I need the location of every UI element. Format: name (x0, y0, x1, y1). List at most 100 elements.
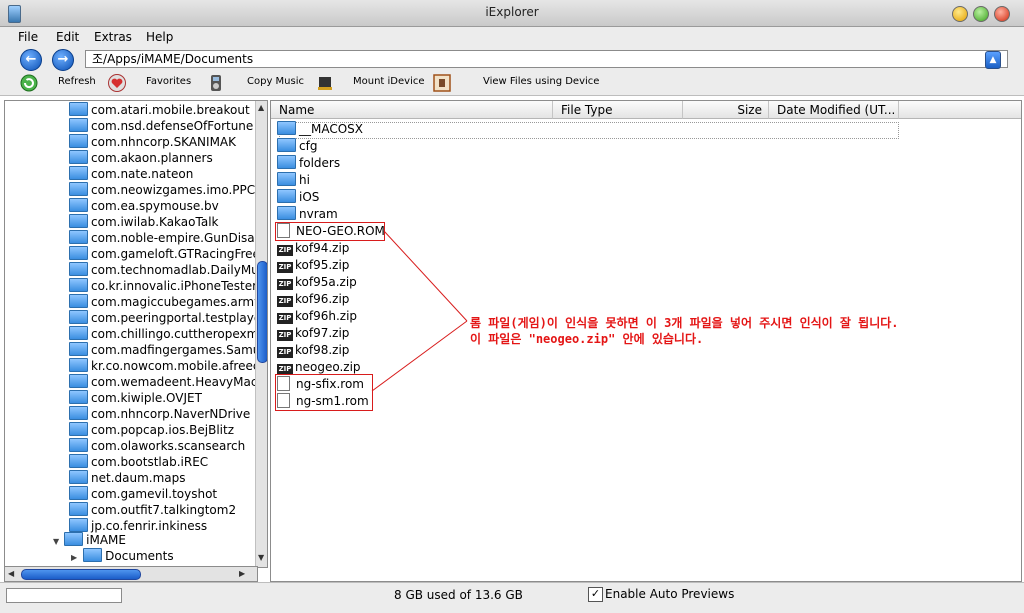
refresh-button[interactable]: Refresh (58, 76, 96, 87)
zip-file-icon: ZIP (277, 279, 293, 290)
tree-item[interactable]: net.daum.maps (69, 470, 186, 486)
tree-item[interactable]: com.wemadeent.HeavyMach (69, 374, 265, 390)
path-dropdown-button[interactable]: ▲ (985, 51, 1001, 69)
tree-item[interactable]: com.magiccubegames.army (69, 294, 261, 310)
file-row[interactable]: ZIP kof97.zip (277, 325, 349, 341)
tree-item-label: kr.co.nowcom.mobile.afreeca (91, 359, 267, 373)
auto-previews-checkbox[interactable]: ✓ (588, 587, 603, 602)
copy-music-button[interactable]: Copy Music (247, 76, 304, 87)
view-files-icon[interactable] (433, 74, 451, 92)
tree-item[interactable]: com.bootstlab.iREC (69, 454, 208, 470)
tree-item[interactable]: com.gamevil.toyshot (69, 486, 217, 502)
scrollbar-thumb[interactable] (21, 569, 141, 580)
close-button[interactable] (994, 6, 1010, 22)
file-row[interactable]: hi (277, 172, 310, 188)
folder-tree[interactable]: com.atari.mobile.breakout com.nsd.defense… (4, 100, 268, 568)
file-row[interactable]: ZIP neogeo.zip (277, 359, 361, 375)
collapse-triangle-icon[interactable]: ▶ (71, 553, 77, 562)
tree-item[interactable]: com.nsd.defenseOfFortune (69, 118, 253, 134)
menu-extras[interactable]: Extras (94, 30, 132, 44)
file-row[interactable]: ZIP kof98.zip (277, 342, 349, 358)
tree-item[interactable]: com.neowizgames.imo.PPCI (69, 182, 259, 198)
tree-item[interactable]: com.iwilab.KakaoTalk (69, 214, 218, 230)
tree-item[interactable]: com.ea.spymouse.bv (69, 198, 219, 214)
tree-item[interactable]: co.kr.innovalic.iPhoneTester (69, 278, 257, 294)
tree-item-imame[interactable]: ▼ iMAME (53, 532, 126, 548)
scrollbar-thumb[interactable] (257, 261, 267, 363)
auto-previews-label[interactable]: Enable Auto Previews (605, 587, 734, 601)
tree-item-label: Documents (105, 549, 174, 563)
tree-item[interactable]: com.akaon.planners (69, 150, 213, 166)
expand-triangle-icon[interactable]: ▼ (53, 537, 59, 546)
tree-item-label: com.nhncorp.NaverNDrive (91, 407, 251, 421)
scroll-down-icon[interactable]: ▼ (258, 553, 264, 562)
mount-idevice-button[interactable]: Mount iDevice (353, 76, 425, 87)
tree-item[interactable]: com.atari.mobile.breakout (69, 102, 250, 118)
tree-item-label: com.peeringportal.testplayer (91, 311, 267, 325)
folder-icon (69, 406, 88, 420)
back-arrow-icon[interactable]: ← (20, 49, 42, 71)
highlight-box-ng-roms (275, 374, 373, 411)
file-row[interactable]: folders (277, 155, 340, 171)
tree-item[interactable]: com.nate.nateon (69, 166, 193, 182)
maximize-button[interactable] (973, 6, 989, 22)
tree-item[interactable]: com.madfingergames.Samur (69, 342, 265, 358)
column-header-size[interactable]: Size (683, 101, 769, 119)
scroll-left-icon[interactable]: ◀ (8, 569, 14, 578)
minimize-button[interactable] (952, 6, 968, 22)
tree-item[interactable]: com.kiwiple.OVJET (69, 390, 202, 406)
file-row[interactable]: ZIP kof95.zip (277, 257, 349, 273)
tree-item-label: jp.co.fenrir.inkiness (91, 519, 208, 533)
folder-icon (69, 150, 88, 164)
copy-music-icon[interactable] (207, 74, 225, 92)
column-header-name[interactable]: Name (271, 101, 553, 119)
column-header-date-modified[interactable]: Date Modified (UT... (769, 101, 899, 119)
tree-item-documents[interactable]: ▶ Documents (71, 548, 174, 564)
tree-item[interactable]: com.technomadlab.DailyMus (69, 262, 265, 278)
file-row[interactable]: cfg (277, 138, 317, 154)
file-row[interactable]: ZIP kof96.zip (277, 291, 349, 307)
file-row[interactable]: nvram (277, 206, 338, 222)
folder-icon (69, 422, 88, 436)
tree-item[interactable]: com.outfit7.talkingtom2 (69, 502, 236, 518)
tree-horizontal-scrollbar[interactable]: ◀ ▶ (4, 566, 258, 582)
file-row[interactable]: iOS (277, 189, 319, 205)
file-row[interactable]: ZIP kof95a.zip (277, 274, 357, 290)
tree-item-label: com.akaon.planners (91, 151, 213, 165)
view-files-button[interactable]: View Files using Device (483, 76, 599, 87)
folder-icon (83, 548, 103, 562)
tree-item[interactable]: com.chillingo.cuttheropexma (69, 326, 266, 342)
folder-icon (69, 502, 88, 516)
tree-item-label: co.kr.innovalic.iPhoneTester (91, 279, 258, 293)
tree-item-label: com.iwilab.KakaoTalk (91, 215, 219, 229)
menu-help[interactable]: Help (146, 30, 173, 44)
column-header-file-type[interactable]: File Type (553, 101, 683, 119)
menu-edit[interactable]: Edit (56, 30, 79, 44)
refresh-icon[interactable] (20, 74, 38, 92)
favorites-button[interactable]: Favorites (146, 76, 191, 87)
tree-item[interactable]: com.nhncorp.NaverNDrive (69, 406, 250, 422)
tree-item[interactable]: com.popcap.ios.BejBlitz (69, 422, 234, 438)
scroll-right-icon[interactable]: ▶ (239, 569, 245, 578)
scroll-up-icon[interactable]: ▲ (258, 103, 264, 112)
selection-focus-outline (279, 122, 899, 139)
tree-item[interactable]: com.nhncorp.SKANIMAK (69, 134, 236, 150)
menu-file[interactable]: File (18, 30, 38, 44)
tree-item[interactable]: kr.co.nowcom.mobile.afreeca (69, 358, 267, 374)
tree-item[interactable]: com.noble-empire.GunDisas (69, 230, 261, 246)
tree-item[interactable]: com.gameloft.GTRacingFreer (69, 246, 265, 262)
mount-idevice-icon[interactable] (316, 74, 334, 92)
tree-item-label: com.nhncorp.SKANIMAK (91, 135, 236, 149)
file-row[interactable]: ZIP kof94.zip (277, 240, 349, 256)
file-row[interactable]: ZIP kof96h.zip (277, 308, 357, 324)
tree-item[interactable]: com.peeringportal.testplayer (69, 310, 266, 326)
path-input[interactable]: 조/Apps/iMAME/Documents (85, 50, 1008, 68)
tree-item[interactable]: com.olaworks.scansearch (69, 438, 245, 454)
forward-arrow-icon[interactable]: → (52, 49, 74, 71)
zip-file-icon: ZIP (277, 347, 293, 358)
tree-vertical-scrollbar[interactable]: ▲ ▼ (255, 101, 267, 567)
favorites-heart-icon[interactable] (108, 74, 126, 92)
folder-icon (69, 214, 88, 228)
folder-icon (69, 454, 88, 468)
file-row[interactable]: __MACOSX (277, 121, 363, 137)
